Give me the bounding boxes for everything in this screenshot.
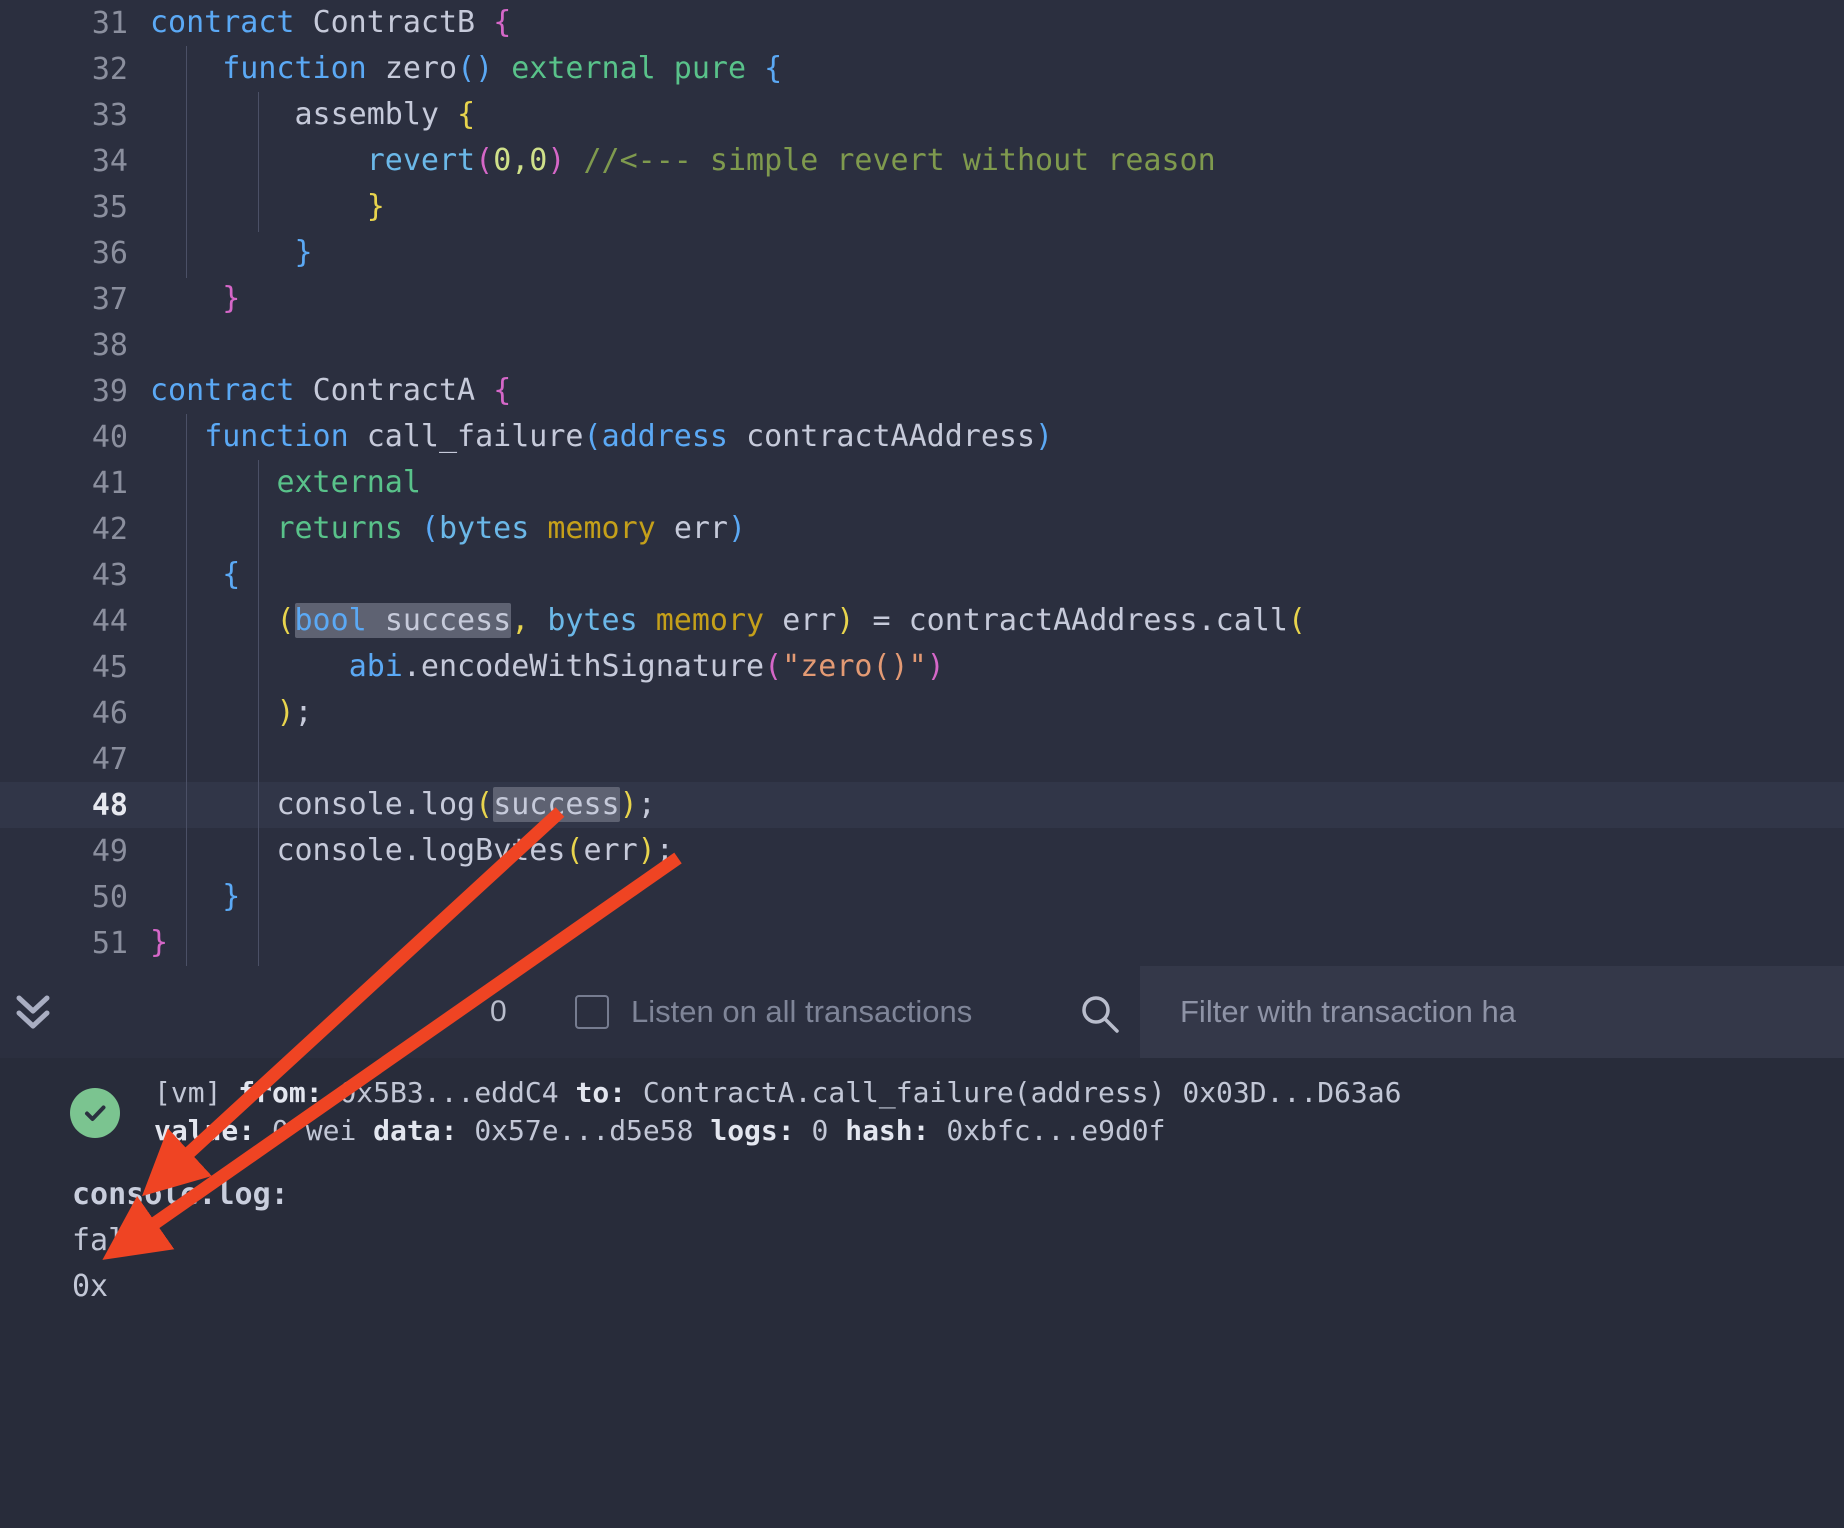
- transaction-count: 0: [490, 995, 507, 1029]
- line-number: 36: [0, 236, 150, 271]
- line-number: 38: [0, 328, 150, 363]
- line-number: 37: [0, 282, 150, 317]
- code-line-37[interactable]: 37 }: [0, 276, 1844, 322]
- line-content[interactable]: external: [150, 460, 1844, 506]
- line-content[interactable]: function zero() external pure {: [150, 46, 1844, 92]
- line-content[interactable]: {: [150, 552, 1844, 598]
- code-line-49[interactable]: 49 console.logBytes(err);: [0, 828, 1844, 874]
- transaction-line-1: [vm] from: 0x5B3...eddC4 to: ContractA.c…: [154, 1074, 1402, 1112]
- line-content[interactable]: );: [150, 690, 1844, 736]
- line-content[interactable]: abi.encodeWithSignature("zero()"): [150, 644, 1844, 690]
- transaction-summary: [vm] from: 0x5B3...eddC4 to: ContractA.c…: [154, 1074, 1402, 1150]
- console-output-header: console.log:: [72, 1172, 1844, 1218]
- code-line-39[interactable]: 39 contract ContractA {: [0, 368, 1844, 414]
- transaction-line-2: value: 0 wei data: 0x57e...d5e58 logs: 0…: [154, 1112, 1402, 1150]
- console-output-value-0: false: [72, 1218, 1844, 1264]
- transaction-log-entry[interactable]: [vm] from: 0x5B3...eddC4 to: ContractA.c…: [0, 1074, 1844, 1150]
- line-content[interactable]: function call_failure(address contractAA…: [150, 414, 1844, 460]
- line-content[interactable]: }: [150, 230, 1844, 276]
- line-number: 50: [0, 880, 150, 915]
- line-content[interactable]: revert(0,0) //<--- simple revert without…: [150, 138, 1844, 184]
- status-badge: [70, 1088, 120, 1138]
- console-output-block: console.log: false 0x: [0, 1172, 1844, 1310]
- line-number: 51: [0, 926, 150, 961]
- code-line-46[interactable]: 46 );: [0, 690, 1844, 736]
- line-number: 46: [0, 696, 150, 731]
- code-line-51[interactable]: 51 }: [0, 920, 1844, 966]
- terminal-output[interactable]: [vm] from: 0x5B3...eddC4 to: ContractA.c…: [0, 1058, 1844, 1528]
- line-content[interactable]: }: [150, 874, 1844, 920]
- line-content[interactable]: returns (bytes memory err): [150, 506, 1844, 552]
- listen-all-transactions-control[interactable]: Listen on all transactions: [575, 994, 972, 1030]
- code-line-32[interactable]: 32 function zero() external pure {: [0, 46, 1844, 92]
- code-line-43[interactable]: 43 {: [0, 552, 1844, 598]
- code-line-40[interactable]: 40 function call_failure(address contrac…: [0, 414, 1844, 460]
- line-number: 39: [0, 374, 150, 409]
- transaction-filter-input[interactable]: [1140, 966, 1844, 1058]
- line-number: 40: [0, 420, 150, 455]
- code-editor[interactable]: 31 contract ContractB { 32 function zero…: [0, 0, 1844, 966]
- inline-comment: //<--- simple revert without reason: [584, 143, 1216, 178]
- code-line-38[interactable]: 38: [0, 322, 1844, 368]
- line-number: 31: [0, 6, 150, 41]
- code-line-50[interactable]: 50 }: [0, 874, 1844, 920]
- terminal-toolbar[interactable]: 0 Listen on all transactions: [0, 966, 1844, 1058]
- line-number: 48: [0, 788, 150, 823]
- line-number: 41: [0, 466, 150, 501]
- line-number: 49: [0, 834, 150, 869]
- listen-all-transactions-checkbox[interactable]: [575, 995, 609, 1029]
- line-number: 47: [0, 742, 150, 777]
- line-content[interactable]: console.log(success);: [150, 782, 1844, 828]
- search-icon[interactable]: [1078, 992, 1122, 1040]
- line-content[interactable]: [150, 322, 1844, 368]
- code-line-34[interactable]: 34 revert(0,0) //<--- simple revert with…: [0, 138, 1844, 184]
- line-number: 45: [0, 650, 150, 685]
- line-content[interactable]: }: [150, 920, 1844, 966]
- code-line-42[interactable]: 42 returns (bytes memory err): [0, 506, 1844, 552]
- terminal-panel[interactable]: 0 Listen on all transactions [vm] from: …: [0, 966, 1844, 1528]
- line-content[interactable]: contract ContractB {: [150, 0, 1844, 46]
- line-number: 44: [0, 604, 150, 639]
- line-content[interactable]: }: [150, 184, 1844, 230]
- code-line-41[interactable]: 41 external: [0, 460, 1844, 506]
- code-line-33[interactable]: 33 assembly {: [0, 92, 1844, 138]
- code-line-48[interactable]: 48 console.log(success);: [0, 782, 1844, 828]
- listen-all-transactions-label: Listen on all transactions: [631, 994, 972, 1030]
- line-content[interactable]: [150, 736, 1844, 782]
- line-number: 34: [0, 144, 150, 179]
- code-line-47[interactable]: 47: [0, 736, 1844, 782]
- code-line-36[interactable]: 36 }: [0, 230, 1844, 276]
- line-number: 43: [0, 558, 150, 593]
- line-content[interactable]: console.logBytes(err);: [150, 828, 1844, 874]
- line-content[interactable]: contract ContractA {: [150, 368, 1844, 414]
- line-content[interactable]: assembly {: [150, 92, 1844, 138]
- code-line-45[interactable]: 45 abi.encodeWithSignature("zero()"): [0, 644, 1844, 690]
- code-line-44[interactable]: 44 (bool success, bytes memory err) = co…: [0, 598, 1844, 644]
- line-number: 42: [0, 512, 150, 547]
- string-literal: "zero()": [782, 649, 927, 684]
- line-number: 33: [0, 98, 150, 133]
- line-number: 35: [0, 190, 150, 225]
- chevron-double-down-icon[interactable]: [6, 990, 60, 1034]
- code-line-31[interactable]: 31 contract ContractB {: [0, 0, 1844, 46]
- code-line-35[interactable]: 35 }: [0, 184, 1844, 230]
- line-content[interactable]: (bool success, bytes memory err) = contr…: [150, 598, 1844, 644]
- line-content[interactable]: }: [150, 276, 1844, 322]
- line-number: 32: [0, 52, 150, 87]
- check-circle-icon: [80, 1098, 110, 1128]
- console-output-value-1: 0x: [72, 1264, 1844, 1310]
